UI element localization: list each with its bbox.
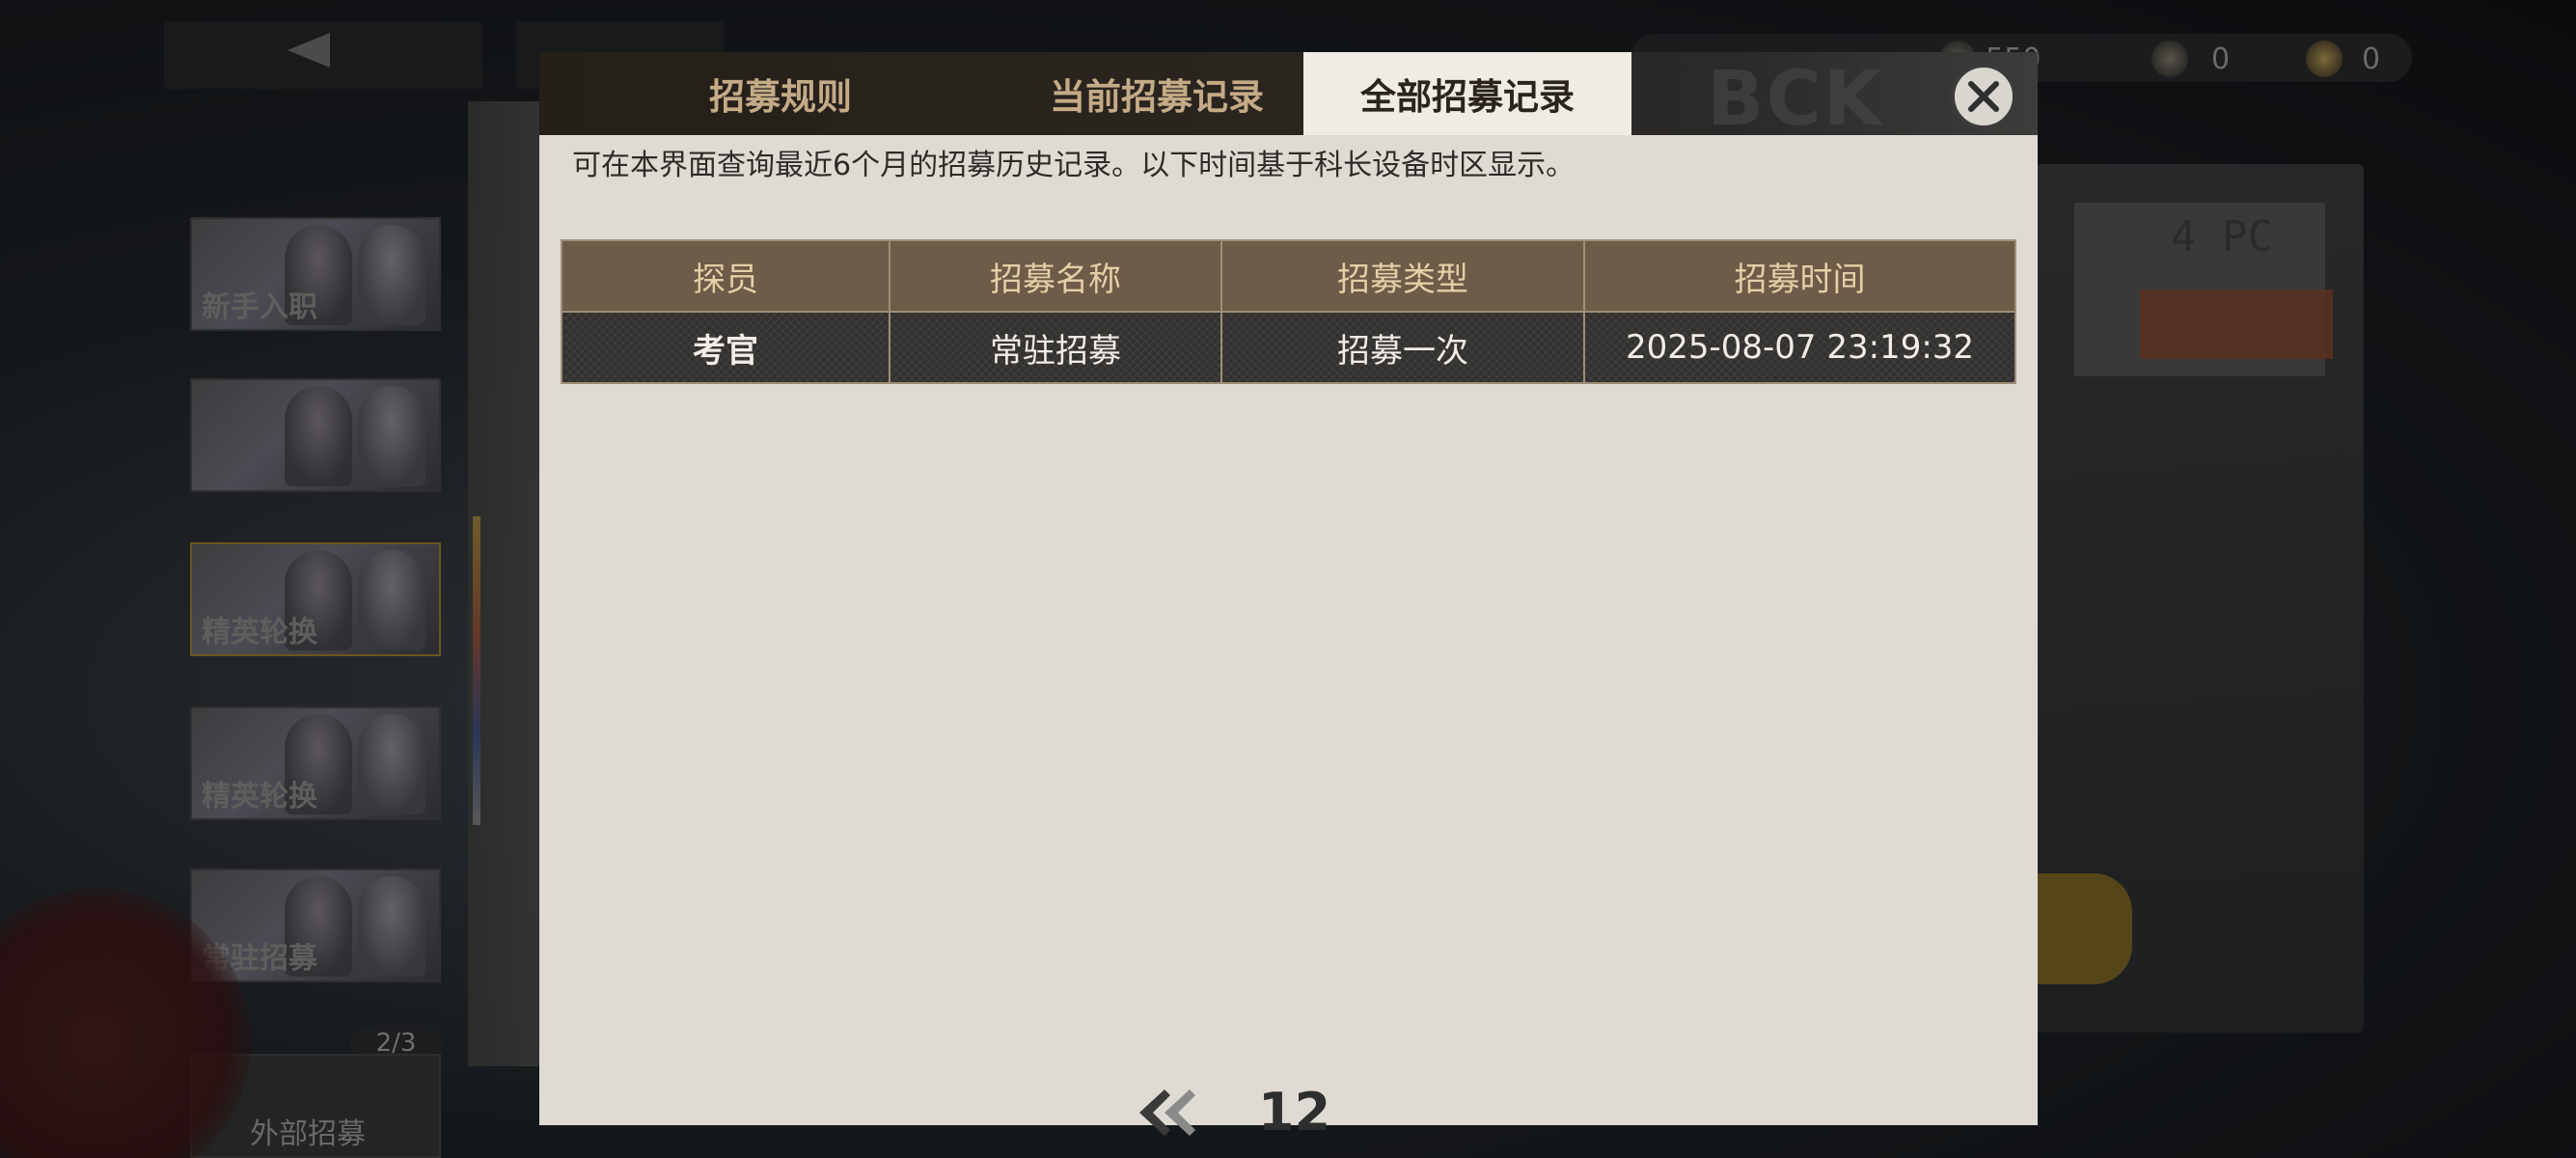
banner-event[interactable] [190, 378, 441, 492]
banner-elite-rotation-2[interactable]: 精英轮换 [190, 706, 441, 820]
close-icon [1968, 81, 1999, 112]
records-table: 探员 招募名称 招募类型 招募时间 考官 常驻招募 招募一次 2025-08-0… [561, 239, 2016, 384]
character-art [358, 714, 425, 814]
cell-recruit-type: 招募一次 [1220, 311, 1585, 384]
page-number: 12 [1258, 1082, 1331, 1143]
notebook-tabs [473, 516, 480, 825]
logo-watermark: BCK [1707, 56, 1884, 143]
banner-newbie[interactable]: 新手入职 [190, 217, 441, 331]
history-notice: 可在本界面查询最近6个月的招募历史记录。以下时间基于科长设备时区显示。 [572, 149, 1576, 182]
column-header-recruit-type: 招募类型 [1220, 239, 1585, 313]
table-header-row: 探员 招募名称 招募类型 招募时间 [561, 239, 2016, 313]
recruit-action-button[interactable] [2026, 873, 2132, 984]
column-header-agent: 探员 [561, 239, 891, 313]
currency-value: 0 [2211, 42, 2231, 76]
double-chevron-left-icon [1139, 1089, 1195, 1136]
character-art [358, 876, 425, 977]
banner-label: 精英轮换 [202, 616, 317, 649]
character-art [358, 386, 425, 486]
character-art [358, 225, 425, 325]
banner-label: 新手入职 [202, 290, 317, 324]
tab-all-records[interactable]: 全部招募记录 [1303, 52, 1631, 135]
character-art [358, 550, 425, 650]
pagination: 12 [539, 1080, 2038, 1147]
close-button[interactable] [1951, 64, 2016, 129]
tab-current-records[interactable]: 当前招募记录 [964, 52, 1350, 135]
banner-elite-rotation-1[interactable]: 精英轮换 [190, 542, 441, 656]
gold-coin-icon [2306, 41, 2343, 77]
external-recruit-label: 外部招募 [250, 1117, 366, 1151]
currency-value: 0 [2362, 42, 2381, 76]
detail-card-code: 4 PC [2171, 212, 2273, 262]
tab-recruit-rules[interactable]: 招募规则 [626, 52, 935, 135]
table-row: 考官 常驻招募 招募一次 2025-08-07 23:19:32 [561, 311, 2016, 384]
back-arrow-icon [288, 33, 330, 68]
banner-label: 精英轮换 [202, 780, 317, 813]
barcode-tag [2140, 290, 2333, 359]
cell-agent: 考官 [561, 311, 891, 384]
previous-page-button[interactable] [1136, 1086, 1197, 1140]
recruit-history-dialog: BCK 招募规则 当前招募记录 全部招募记录 可在本界面查询最近6个月的招募历史… [539, 52, 2038, 1143]
column-header-recruit-name: 招募名称 [889, 239, 1222, 313]
tab-bar: BCK 招募规则 当前招募记录 全部招募记录 [539, 52, 2038, 143]
gear-coin-icon [2151, 41, 2188, 77]
game-screen: 550 0 0 新手入职 精英轮换 精英轮换 常驻招募 2/3 外部招募 4 P… [0, 0, 2576, 1158]
cell-recruit-time: 2025-08-07 23:19:32 [1583, 311, 2016, 384]
character-art [285, 386, 352, 486]
column-header-recruit-time: 招募时间 [1583, 239, 2016, 313]
cell-recruit-name: 常驻招募 [889, 311, 1222, 384]
